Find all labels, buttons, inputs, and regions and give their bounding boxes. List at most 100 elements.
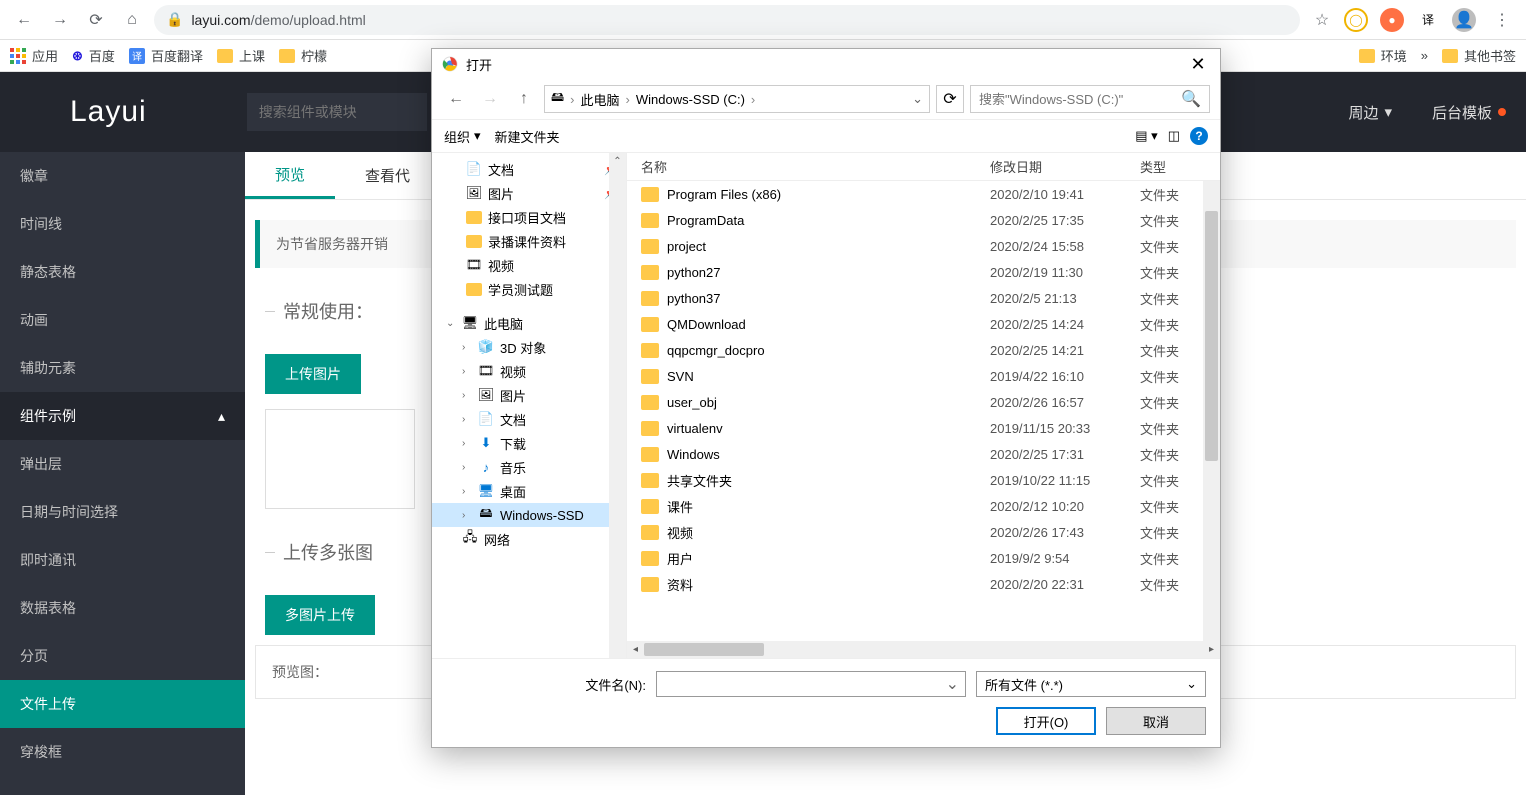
organize-button[interactable]: 组织▾ (444, 127, 481, 146)
file-row[interactable]: ProgramData2020/2/25 17:35文件夹 (627, 207, 1220, 233)
sidebar-item-im[interactable]: 即时通讯 (0, 536, 245, 584)
tree-student-tests[interactable]: 学员测试题 (432, 277, 626, 301)
bookmark-baidu-translate[interactable]: 译百度翻译 (129, 46, 203, 65)
profile-icon[interactable]: 👤 (1452, 8, 1476, 32)
tree-video[interactable]: 🎞视频 (432, 253, 626, 277)
bookmark-class[interactable]: 上课 (217, 46, 265, 65)
header-link-around[interactable]: 周边▾ (1348, 102, 1392, 123)
sidebar-item-static-table[interactable]: 静态表格 (0, 248, 245, 296)
multi-upload-button[interactable]: 多图片上传 (265, 595, 375, 635)
open-button[interactable]: 打开(O) (996, 707, 1096, 735)
tree-api-docs[interactable]: 接口项目文档 (432, 205, 626, 229)
file-row[interactable]: Program Files (x86)2020/2/10 19:41文件夹 (627, 181, 1220, 207)
cancel-button[interactable]: 取消 (1106, 707, 1206, 735)
bookmark-env[interactable]: 环境 (1359, 46, 1407, 65)
dialog-forward-button[interactable]: → (476, 85, 504, 113)
file-hscrollbar[interactable]: ◂▸ (627, 641, 1220, 658)
sidebar-item-animation[interactable]: 动画 (0, 296, 245, 344)
filename-input[interactable]: ⌄ (656, 671, 966, 697)
tree-recording[interactable]: 录播课件资料 (432, 229, 626, 253)
file-row[interactable]: QMDownload2020/2/25 14:24文件夹 (627, 311, 1220, 337)
file-row[interactable]: SVN2019/4/22 16:10文件夹 (627, 363, 1220, 389)
upload-image-button[interactable]: 上传图片 (265, 354, 361, 394)
address-bar[interactable]: 🔒 layui.com/demo/upload.html (154, 5, 1300, 35)
search-input[interactable] (247, 93, 427, 131)
tab-preview[interactable]: 预览 (245, 152, 335, 199)
file-row[interactable]: virtualenv2019/11/15 20:33文件夹 (627, 415, 1220, 441)
file-row[interactable]: 共享文件夹2019/10/22 11:15文件夹 (627, 467, 1220, 493)
file-row[interactable]: 资料2020/2/20 22:31文件夹 (627, 571, 1220, 597)
menu-button[interactable]: ⋮ (1488, 6, 1516, 34)
extension-icon-1[interactable]: ◯ (1344, 8, 1368, 32)
sidebar-item-layer[interactable]: 弹出层 (0, 440, 245, 488)
tree-desktop[interactable]: ›🖥桌面 (432, 479, 626, 503)
bookmark-baidu[interactable]: ⊛百度 (72, 46, 115, 65)
file-row[interactable]: 课件2020/2/12 10:20文件夹 (627, 493, 1220, 519)
help-icon[interactable]: ? (1190, 127, 1208, 145)
tree-3d-objects[interactable]: ›🧊3D 对象 (432, 335, 626, 359)
file-row[interactable]: python372020/2/5 21:13文件夹 (627, 285, 1220, 311)
dialog-search[interactable]: 🔍 (970, 85, 1210, 113)
tree-music[interactable]: ›♪音乐 (432, 455, 626, 479)
sidebar-item-timeline[interactable]: 时间线 (0, 200, 245, 248)
sidebar-item-page[interactable]: 分页 (0, 632, 245, 680)
tree-pictures-2[interactable]: ›🖼图片 (432, 383, 626, 407)
bookmark-lemon[interactable]: 柠檬 (279, 46, 327, 65)
tree-downloads[interactable]: ›⬇下载 (432, 431, 626, 455)
sidebar-item-aux[interactable]: 辅助元素 (0, 344, 245, 392)
tree-documents[interactable]: 📄文档📌 (432, 157, 626, 181)
sidebar-item-components[interactable]: 组件示例▴ (0, 392, 245, 440)
extension-icon-3[interactable]: 译 (1416, 8, 1440, 32)
file-row[interactable]: project2020/2/24 15:58文件夹 (627, 233, 1220, 259)
column-type[interactable]: 类型 (1140, 157, 1220, 176)
crumb-this-pc[interactable]: 此电脑 (580, 90, 619, 109)
tree-this-pc[interactable]: ⌄🖥此电脑 (432, 311, 626, 335)
tree-videos[interactable]: ›🎞视频 (432, 359, 626, 383)
folder-icon (641, 291, 659, 306)
column-date[interactable]: 修改日期 (990, 157, 1140, 176)
dialog-back-button[interactable]: ← (442, 85, 470, 113)
file-row[interactable]: qqpcmgr_docpro2020/2/25 14:21文件夹 (627, 337, 1220, 363)
chevron-down-icon[interactable]: ⌄ (946, 674, 959, 694)
bookmark-other[interactable]: 其他书签 (1442, 46, 1516, 65)
view-button[interactable]: ▤ ▾ (1135, 128, 1157, 144)
header-link-admin[interactable]: 后台模板 (1432, 102, 1506, 123)
close-button[interactable]: ✕ (1186, 54, 1210, 75)
refresh-button[interactable]: ⟳ (936, 85, 964, 113)
new-folder-button[interactable]: 新建文件夹 (495, 127, 560, 146)
extension-icon-2[interactable]: ● (1380, 8, 1404, 32)
crumb-drive[interactable]: Windows-SSD (C:) (636, 92, 745, 107)
file-vscrollbar[interactable] (1203, 181, 1220, 641)
star-button[interactable]: ☆ (1308, 6, 1336, 34)
tree-ssd-drive[interactable]: ›🖴Windows-SSD (432, 503, 626, 527)
bookmark-more[interactable]: » (1421, 48, 1428, 63)
preview-pane-button[interactable]: ◫ (1168, 128, 1180, 144)
forward-button[interactable]: → (46, 6, 74, 34)
dialog-up-button[interactable]: ↑ (510, 85, 538, 113)
path-bar[interactable]: 🖴 › 此电脑 › Windows-SSD (C:) › ⌄ (544, 85, 930, 113)
dialog-search-input[interactable] (979, 92, 1175, 107)
file-row[interactable]: Windows2020/2/25 17:31文件夹 (627, 441, 1220, 467)
sidebar-item-badge[interactable]: 徽章 (0, 152, 245, 200)
tree-documents-2[interactable]: ›📄文档 (432, 407, 626, 431)
back-button[interactable]: ← (10, 6, 38, 34)
tab-view-code[interactable]: 查看代 (335, 152, 440, 199)
tree-pictures[interactable]: 🖼图片📌 (432, 181, 626, 205)
sidebar-item-transfer[interactable]: 穿梭框 (0, 728, 245, 776)
column-name[interactable]: 名称 (627, 157, 990, 176)
apps-button[interactable]: 应用 (10, 46, 58, 65)
home-button[interactable]: ⌂ (118, 6, 146, 34)
sidebar-item-datetime[interactable]: 日期与时间选择 (0, 488, 245, 536)
filetype-select[interactable]: 所有文件 (*.*)⌄ (976, 671, 1206, 697)
reload-button[interactable]: ⟳ (82, 6, 110, 34)
file-row[interactable]: user_obj2020/2/26 16:57文件夹 (627, 389, 1220, 415)
chevron-down-icon[interactable]: ⌄ (912, 91, 923, 107)
file-row[interactable]: 视频2020/2/26 17:43文件夹 (627, 519, 1220, 545)
file-row[interactable]: 用户2019/9/2 9:54文件夹 (627, 545, 1220, 571)
sidebar-item-datatable[interactable]: 数据表格 (0, 584, 245, 632)
tree-scrollbar[interactable]: ⌃ (609, 153, 626, 658)
logo[interactable]: Layui (70, 95, 147, 129)
file-row[interactable]: python272020/2/19 11:30文件夹 (627, 259, 1220, 285)
tree-network[interactable]: 🖧网络 (432, 527, 626, 551)
sidebar-item-upload[interactable]: 文件上传 (0, 680, 245, 728)
